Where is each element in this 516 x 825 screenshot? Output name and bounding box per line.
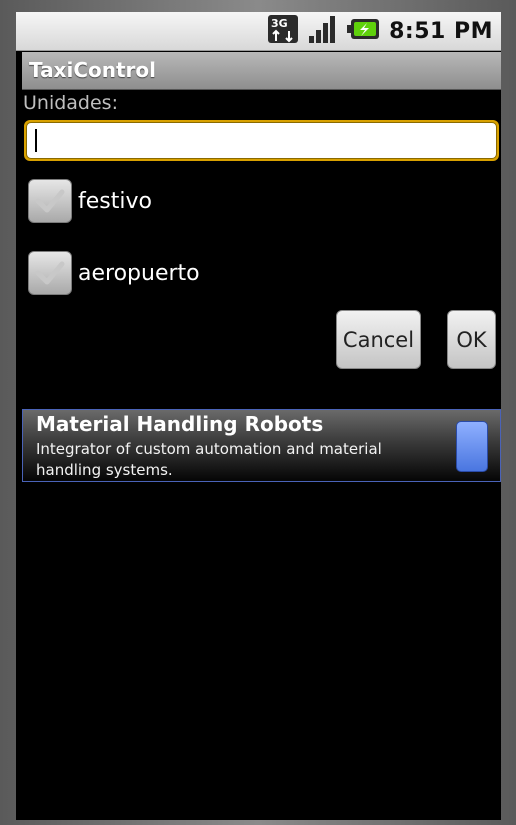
ok-button[interactable]: OK <box>447 310 496 369</box>
ad-action-button[interactable] <box>456 421 488 472</box>
app-title-bar: TaxiControl <box>22 52 501 90</box>
network-3g-icon: 3G <box>267 14 299 48</box>
app-title: TaxiControl <box>29 58 156 82</box>
status-bar: 3G 8:51 PM <box>16 12 501 51</box>
ad-description: Integrator of custom automation and mate… <box>36 440 382 479</box>
checkbox-festivo[interactable] <box>28 179 72 223</box>
text-caret <box>35 129 37 152</box>
battery-charging-icon <box>347 14 381 48</box>
units-label: Unidades: <box>23 92 118 114</box>
signal-strength-icon <box>307 14 339 48</box>
check-mark-icon <box>35 189 65 213</box>
checkbox-row-festivo[interactable]: festivo <box>28 178 152 224</box>
ad-title: Material Handling Robots <box>36 412 324 436</box>
device-frame: 3G 8:51 PM TaxiControl Unidades: festivo… <box>0 0 516 825</box>
checkbox-row-aeropuerto[interactable]: aeropuerto <box>28 250 200 296</box>
units-input[interactable] <box>26 122 497 159</box>
svg-text:3G: 3G <box>271 17 288 30</box>
checkbox-label-festivo: festivo <box>78 188 152 214</box>
cancel-button[interactable]: Cancel <box>336 310 421 369</box>
check-mark-icon <box>35 261 65 285</box>
checkbox-label-aeropuerto: aeropuerto <box>78 260 200 286</box>
units-input-focus-ring <box>24 120 499 161</box>
status-icons: 3G 8:51 PM <box>267 14 493 48</box>
phone-screen: 3G 8:51 PM TaxiControl Unidades: festivo… <box>16 12 501 820</box>
checkbox-aeropuerto[interactable] <box>28 251 72 295</box>
ad-banner[interactable]: Material Handling Robots Integrator of c… <box>22 409 501 482</box>
status-time: 8:51 PM <box>389 18 493 44</box>
